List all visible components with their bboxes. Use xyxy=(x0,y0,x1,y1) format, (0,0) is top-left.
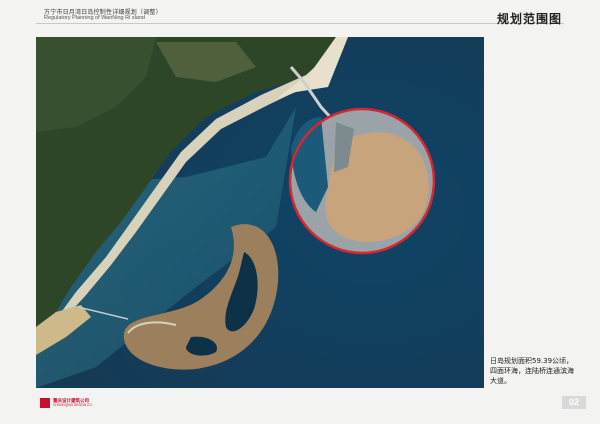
page-title: 规划范围图 xyxy=(496,12,562,26)
document-title-en: Regulatory Planning of WanNing Ri sland xyxy=(44,15,145,21)
header-divider xyxy=(36,23,564,24)
logo-text-en: CHONGQING DESIGN CO. xyxy=(53,403,93,407)
caption: 日岛规划面积59.39公顷， 四面环海，连陆桥连通滨海 大道。 xyxy=(490,356,590,386)
caption-line-3: 大道。 xyxy=(490,377,511,385)
company-logo: 重庆设计建筑公司 CHONGQING DESIGN CO. xyxy=(40,398,100,408)
map-canvas xyxy=(36,37,484,388)
satellite-map xyxy=(36,37,484,388)
caption-line-1: 日岛规划面积59.39公顷， xyxy=(490,357,574,365)
logo-mark-icon xyxy=(40,398,50,408)
page-number: 02 xyxy=(562,396,586,409)
caption-line-2: 四面环海，连陆桥连通滨海 xyxy=(490,367,574,375)
